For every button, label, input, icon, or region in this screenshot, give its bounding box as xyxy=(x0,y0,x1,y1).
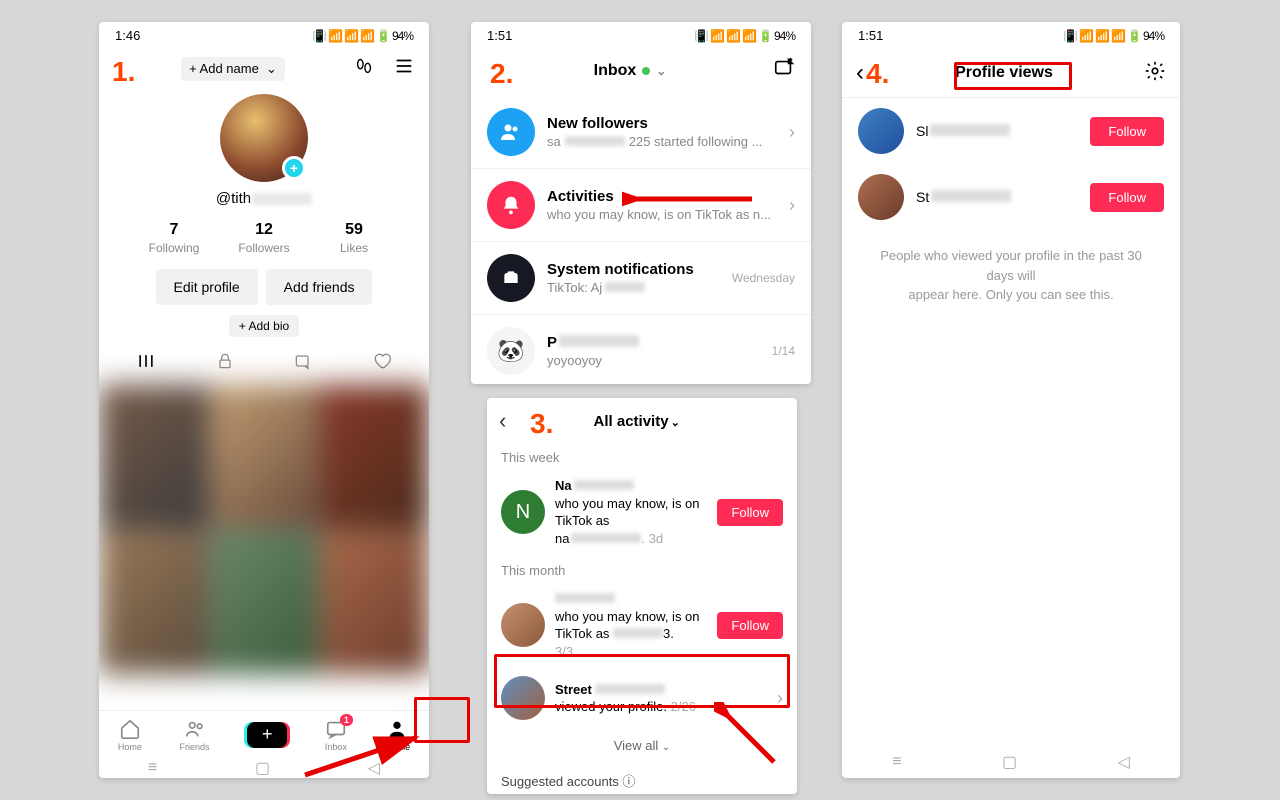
footprint-icon[interactable] xyxy=(353,55,375,82)
arrow-to-view xyxy=(714,702,784,772)
follow-button[interactable]: Follow xyxy=(1090,117,1164,146)
android-navbar: ≡ ▢ ◁ xyxy=(842,752,1180,772)
avatar: N xyxy=(501,490,545,534)
time: 1:51 xyxy=(487,28,512,43)
inbox-row-chat[interactable]: 🐼 Pyoyooyoy 1/14 xyxy=(471,314,811,384)
back-icon[interactable]: ‹ xyxy=(856,59,864,87)
arrow-to-activities xyxy=(622,187,762,211)
status-icons: 📳📶📶📶🔋94% xyxy=(1063,29,1164,43)
follow-button[interactable]: Follow xyxy=(717,612,783,639)
recent-icon[interactable]: ≡ xyxy=(148,759,157,777)
chat-avatar: 🐼 xyxy=(487,327,535,375)
nav-friends[interactable]: Friends xyxy=(180,718,210,752)
highlight-profile-view xyxy=(494,654,790,708)
followers-icon xyxy=(487,108,535,156)
row-time: Wednesday xyxy=(732,271,795,285)
avatar xyxy=(858,174,904,220)
chevron-right-icon: › xyxy=(789,195,795,216)
edit-profile-button[interactable]: Edit profile xyxy=(156,269,258,305)
system-icon xyxy=(487,254,535,302)
status-icons: 📳📶📶📶🔋94% xyxy=(694,29,795,43)
activity-row-suggestion[interactable]: N Nawho you may know, is onTikTok asna. … xyxy=(487,469,797,555)
statusbar: 1:46 📳📶📶📶🔋94% xyxy=(99,22,429,45)
stat-followers[interactable]: 12Followers xyxy=(219,221,309,255)
bell-icon xyxy=(487,181,535,229)
profile-tabs xyxy=(99,337,429,384)
home-icon[interactable]: ▢ xyxy=(255,758,270,778)
hint-text: People who viewed your profile in the pa… xyxy=(842,230,1180,321)
step-2-label: 2. xyxy=(490,58,513,90)
tab-liked-icon[interactable] xyxy=(372,351,392,376)
row-time: 1/14 xyxy=(772,344,795,358)
arrow-to-inbox xyxy=(300,730,430,780)
stat-likes[interactable]: 59Likes xyxy=(309,221,399,255)
add-bio-button[interactable]: + Add bio xyxy=(229,315,299,337)
avatar xyxy=(501,603,545,647)
username: @tith xyxy=(99,190,429,207)
gear-icon[interactable] xyxy=(1144,60,1166,87)
new-chat-icon[interactable] xyxy=(773,57,795,84)
avatar-plus-icon[interactable]: + xyxy=(282,156,306,180)
follow-button[interactable]: Follow xyxy=(717,499,783,526)
inbox-badge: 1 xyxy=(340,714,353,726)
tab-lock-icon[interactable] xyxy=(215,351,235,376)
video-grid[interactable] xyxy=(99,384,429,674)
tab-grid-icon[interactable] xyxy=(136,351,156,376)
avatar xyxy=(858,108,904,154)
menu-icon[interactable] xyxy=(393,55,415,82)
online-dot-icon xyxy=(642,67,650,75)
nav-create[interactable]: + xyxy=(247,722,287,748)
statusbar: 1:51 📳📶📶📶🔋94% xyxy=(842,22,1180,45)
section-month: This month xyxy=(487,555,797,582)
step-1-label: 1. xyxy=(112,56,135,88)
statusbar: 1:51 📳📶📶📶🔋94% xyxy=(471,22,811,45)
add-friends-button[interactable]: Add friends xyxy=(266,269,373,305)
highlight-title xyxy=(954,62,1072,90)
step-3-label: 3. xyxy=(530,408,553,440)
inbox-header: Inbox⌄ xyxy=(471,45,811,96)
section-week: This week xyxy=(487,442,797,469)
inbox-row-system[interactable]: System notificationsTikTok: Aj Wednesday xyxy=(471,241,811,314)
stat-following[interactable]: 7Following xyxy=(129,221,219,255)
chevron-right-icon: › xyxy=(789,122,795,143)
stats-row: 7Following 12Followers 59Likes xyxy=(99,221,429,255)
nav-home[interactable]: Home xyxy=(118,718,142,752)
time: 1:46 xyxy=(115,28,140,43)
screenshot-profile-views: 1:51 📳📶📶📶🔋94% ‹ Profile views Sl Follow … xyxy=(842,22,1180,778)
step-4-label: 4. xyxy=(866,58,889,90)
viewer-row[interactable]: St Follow xyxy=(842,164,1180,230)
add-name-button[interactable]: + Add name ⌄ xyxy=(181,57,285,81)
status-icons: 📳📶📶📶🔋94% xyxy=(312,29,413,43)
back-icon[interactable]: ‹ xyxy=(499,408,506,434)
follow-button[interactable]: Follow xyxy=(1090,183,1164,212)
avatar[interactable]: + xyxy=(220,94,308,182)
home-icon[interactable]: ▢ xyxy=(1002,752,1017,772)
recent-icon[interactable]: ≡ xyxy=(892,753,901,771)
tab-repost-icon[interactable] xyxy=(293,351,313,376)
inbox-row-followers[interactable]: New followerssa225 started following ...… xyxy=(471,96,811,168)
back-icon[interactable]: ◁ xyxy=(1117,752,1129,772)
screenshot-profile: 1:46 📳📶📶📶🔋94% + Add name ⌄ + @tith 7Foll… xyxy=(99,22,429,778)
time: 1:51 xyxy=(858,28,883,43)
inbox-title[interactable]: Inbox⌄ xyxy=(594,62,667,80)
avatar-section: + @tith xyxy=(99,88,429,207)
viewer-row[interactable]: Sl Follow xyxy=(842,98,1180,164)
